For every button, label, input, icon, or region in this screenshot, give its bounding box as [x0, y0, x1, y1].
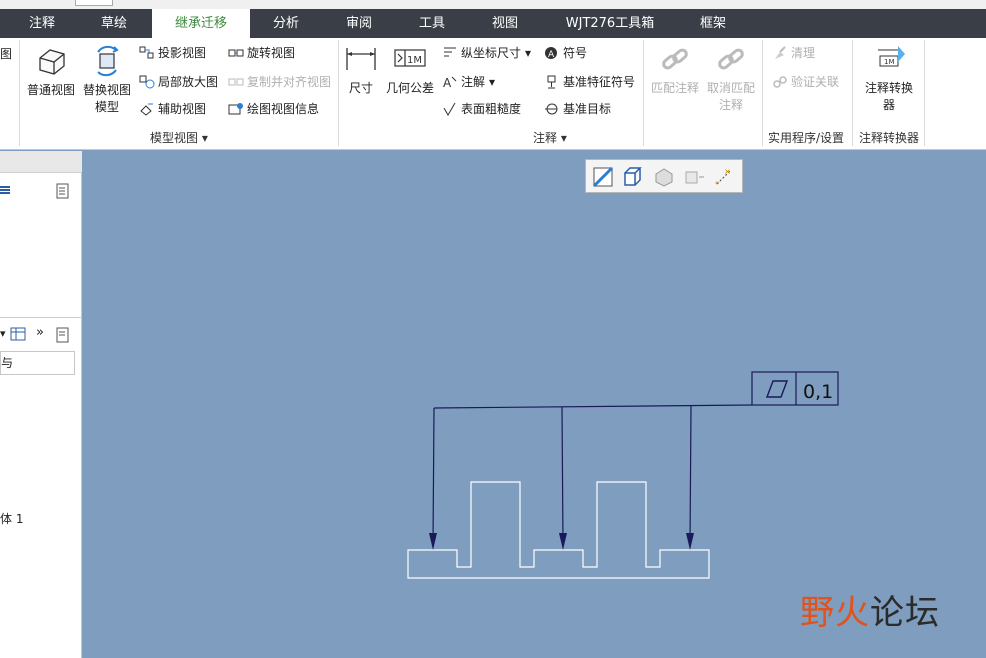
feature-control-frame[interactable]: 0,1: [751, 371, 839, 406]
leader-line[interactable]: [433, 404, 753, 409]
leader-line[interactable]: [561, 406, 564, 546]
arrowhead: [686, 533, 694, 550]
drawing-layer: 0,1: [407, 371, 839, 579]
tolerance-value: 0,1: [803, 381, 833, 403]
flatness-symbol-icon: [765, 380, 789, 398]
watermark-part-2: 论坛: [870, 593, 940, 633]
arrowhead: [429, 533, 437, 550]
leader-line[interactable]: [432, 407, 435, 546]
watermark-part-1: 野火: [800, 593, 870, 633]
arrowhead: [559, 533, 567, 550]
leader-line[interactable]: [689, 405, 692, 546]
watermark-logo: 野火论坛: [800, 585, 940, 634]
part-profile[interactable]: [407, 481, 710, 579]
